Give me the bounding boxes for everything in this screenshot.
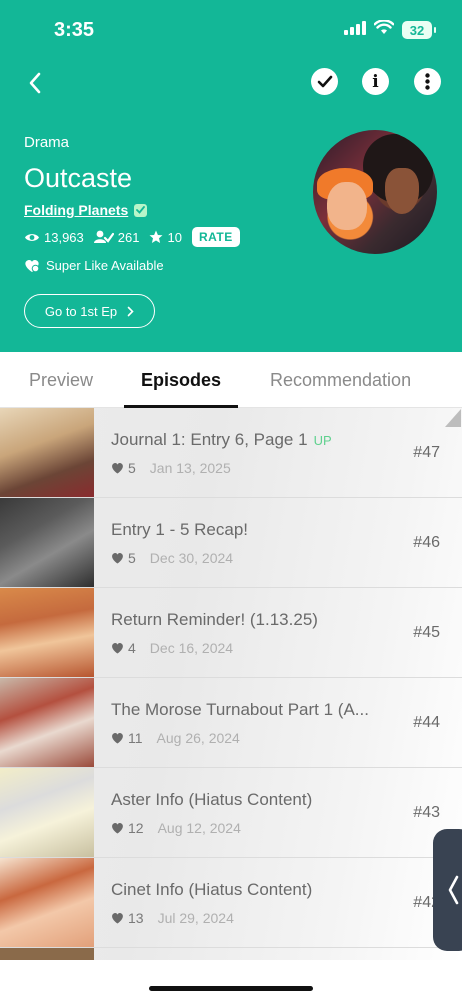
heart-icon [112,822,123,834]
episode-thumbnail [0,768,94,857]
episode-title: Entry 1 - 5 Recap! [111,520,249,539]
go-to-first-episode-button[interactable]: Go to 1st Ep [24,294,155,328]
episode-number: #43 [413,804,440,821]
tab-preview[interactable]: Preview [29,370,93,391]
chevron-left-icon [448,875,459,905]
episode-row[interactable]: Cinet Info (Hiatus Content) 13 Jul 29, 2… [0,858,462,948]
genre-label: Drama [24,134,70,151]
episode-thumbnail [0,408,94,497]
episode-title: Return Reminder! (1.13.25) [111,610,318,629]
series-header: 3:35 32 i Drama Outcaste Folding Planets [0,0,462,352]
episode-row[interactable]: The Morose Turnabout Part 1 (A... 11 Aug… [0,678,462,768]
episode-likes: 5 [128,460,136,476]
subscribers-icon [93,230,114,243]
checkmark-icon [317,75,332,88]
heart-icon [112,912,123,924]
top-nav: i [0,60,462,104]
status-time: 3:35 [54,19,95,41]
episode-date: Dec 30, 2024 [149,550,234,566]
more-options-button[interactable] [414,68,441,95]
episode-row[interactable]: Journal 1: Entry 6, Page 1 UP 5 Jan 13, 2… [0,408,462,498]
tab-episodes[interactable]: Episodes [141,370,221,391]
author-name: Folding Planets [24,202,129,218]
rating-stat: 10 [149,229,182,245]
episode-thumbnail [0,588,94,677]
episode-likes: 5 [128,550,136,566]
home-indicator-area [0,960,462,1000]
views-stat: 13,963 [24,230,84,245]
rate-button[interactable]: RATE [191,227,240,247]
battery-indicator: 32 [402,21,436,39]
episode-meta: 11 Aug 26, 2024 [111,730,240,746]
episode-row[interactable]: Entry 1 - 5 Recap! 5 Dec 30, 2024 #46 [0,498,462,588]
series-tabs: Preview Episodes Recommendation [0,352,462,408]
heart-icon [112,552,123,564]
episode-meta: 5 Jan 13, 2025 [111,460,231,476]
episode-meta: 4 Dec 16, 2024 [111,640,233,656]
status-icons: 32 [344,19,436,40]
home-indicator[interactable] [149,986,313,991]
episode-list[interactable]: Journal 1: Entry 6, Page 1 UP 5 Jan 13, 2… [0,408,462,960]
page-fold-icon [445,409,461,427]
episode-date: Dec 16, 2024 [149,640,234,656]
episode-thumbnail [0,858,94,947]
back-button[interactable] [18,66,52,100]
subscribers-count: 261 [117,229,140,245]
episode-likes: 11 [128,730,143,746]
star-icon [149,230,163,243]
chevron-right-icon [127,306,134,316]
episode-date: Aug 26, 2024 [156,730,240,746]
side-panel-handle[interactable] [433,829,462,951]
series-stats: 13,963 261 10 RATE [24,227,240,247]
chevron-left-icon [29,72,41,94]
more-vertical-icon [425,73,430,90]
views-count: 13,963 [44,229,84,245]
heart-icon [112,642,123,654]
episode-thumbnail [0,948,94,960]
heart-icon [112,732,123,744]
episode-number: #47 [413,444,440,461]
series-cover-image [313,130,437,254]
episode-likes: 12 [128,820,144,836]
episode-title: Aster Info (Hiatus Content) [111,790,313,809]
eye-icon [25,233,39,241]
first-episode-label: Go to 1st Ep [44,303,118,319]
super-like-status: Super Like Available [24,258,164,273]
super-like-icon [25,259,40,272]
tab-recommendation[interactable]: Recommendation [270,370,411,391]
rating-value: 10 [167,229,182,245]
episode-number: #45 [413,624,440,641]
episode-row[interactable]: Return Reminder! (1.13.25) 4 Dec 16, 202… [0,588,462,678]
episode-row-partial [0,948,462,960]
episode-row[interactable]: Aster Info (Hiatus Content) 12 Aug 12, 2… [0,768,462,858]
episode-meta: 5 Dec 30, 2024 [111,550,233,566]
info-button[interactable]: i [362,68,389,95]
episode-thumbnail [0,678,94,767]
status-bar: 3:35 32 [0,0,462,58]
episode-thumbnail [0,498,94,587]
subscribers-stat: 261 [93,229,140,245]
episode-title: Cinet Info (Hiatus Content) [111,880,313,899]
verified-icon [134,203,148,217]
episode-number: #46 [413,534,440,551]
episode-likes: 13 [128,910,144,926]
episode-title: Journal 1: Entry 6, Page 1 UP [111,430,332,449]
cellular-signal-icon [344,20,366,40]
episode-likes: 4 [128,640,136,656]
series-title: Outcaste [24,163,133,193]
episode-date: Aug 12, 2024 [157,820,241,836]
episode-date: Jan 13, 2025 [149,460,231,476]
episode-date: Jul 29, 2024 [157,910,234,926]
episode-meta: 13 Jul 29, 2024 [111,910,234,926]
info-icon: i [372,71,379,92]
heart-icon [112,462,123,474]
up-badge: UP [313,433,332,448]
author-link[interactable]: Folding Planets [24,202,148,218]
episode-meta: 12 Aug 12, 2024 [111,820,241,836]
subscribe-button[interactable] [311,68,338,95]
super-like-label: Super Like Available [46,258,164,273]
wifi-icon [373,19,395,40]
episode-number: #44 [413,714,440,731]
episode-title: The Morose Turnabout Part 1 (A... [111,700,369,719]
